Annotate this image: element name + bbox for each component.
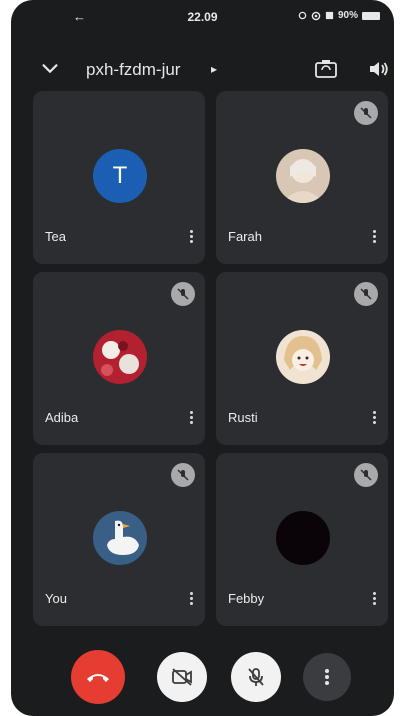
chevron-down-icon[interactable]	[39, 58, 61, 80]
meeting-details-caret-icon[interactable]: ▸	[211, 62, 217, 76]
more-options-button[interactable]	[303, 653, 351, 701]
meeting-code[interactable]: pxh-fzdm-jur	[86, 60, 180, 80]
muted-mic-icon	[354, 463, 378, 487]
meeting-screen: ← 22.09 90% pxh-fzdm-jur ▸ T Tea Farah A…	[11, 0, 394, 716]
avatar	[276, 511, 330, 565]
camera-toggle-button[interactable]	[157, 652, 207, 702]
more-vert-icon[interactable]	[370, 228, 378, 246]
status-icons: 90%	[298, 10, 380, 21]
avatar	[276, 330, 330, 384]
participant-tile[interactable]: Adiba	[33, 272, 205, 445]
participant-name: You	[45, 591, 67, 606]
participant-name: Rusti	[228, 410, 258, 425]
more-vert-icon[interactable]	[187, 590, 195, 608]
microphone-toggle-button[interactable]	[231, 652, 281, 702]
call-controls	[11, 650, 394, 706]
participant-name: Tea	[45, 229, 66, 244]
alarm-icon	[298, 11, 307, 20]
more-vert-icon[interactable]	[370, 590, 378, 608]
participant-name: Adiba	[45, 410, 79, 425]
participant-tile[interactable]: Febby	[216, 453, 388, 626]
switch-camera-icon[interactable]	[314, 58, 338, 80]
avatar	[93, 511, 147, 565]
mic-off-icon	[248, 668, 264, 686]
more-vert-icon[interactable]	[370, 409, 378, 427]
end-call-button[interactable]	[71, 650, 125, 704]
signal-icon	[325, 11, 334, 20]
status-bar: ← 22.09 90%	[11, 0, 394, 34]
more-vert-icon[interactable]	[187, 409, 195, 427]
battery-percentage: 90%	[337, 10, 358, 21]
speaker-icon[interactable]	[367, 58, 391, 80]
participant-name: Farah	[228, 229, 262, 244]
participant-tile[interactable]: T Tea	[33, 91, 205, 264]
battery-icon	[362, 11, 380, 20]
avatar	[276, 149, 330, 203]
participant-tile[interactable]: Rusti	[216, 272, 388, 445]
avatar: T	[93, 149, 147, 203]
more-vert-icon	[325, 669, 329, 685]
muted-mic-icon	[171, 463, 195, 487]
avatar	[93, 330, 147, 384]
camera-off-icon	[172, 668, 192, 686]
end-call-icon	[87, 674, 109, 682]
muted-mic-icon	[171, 282, 195, 306]
participant-name: Febby	[228, 591, 265, 606]
muted-mic-icon	[354, 282, 378, 306]
more-vert-icon[interactable]	[187, 228, 195, 246]
meeting-header: pxh-fzdm-jur ▸	[11, 50, 394, 90]
wifi-icon	[311, 11, 321, 20]
participant-tile[interactable]: Farah	[216, 91, 388, 264]
participant-tile[interactable]: You	[33, 453, 205, 626]
muted-mic-icon	[354, 101, 378, 125]
